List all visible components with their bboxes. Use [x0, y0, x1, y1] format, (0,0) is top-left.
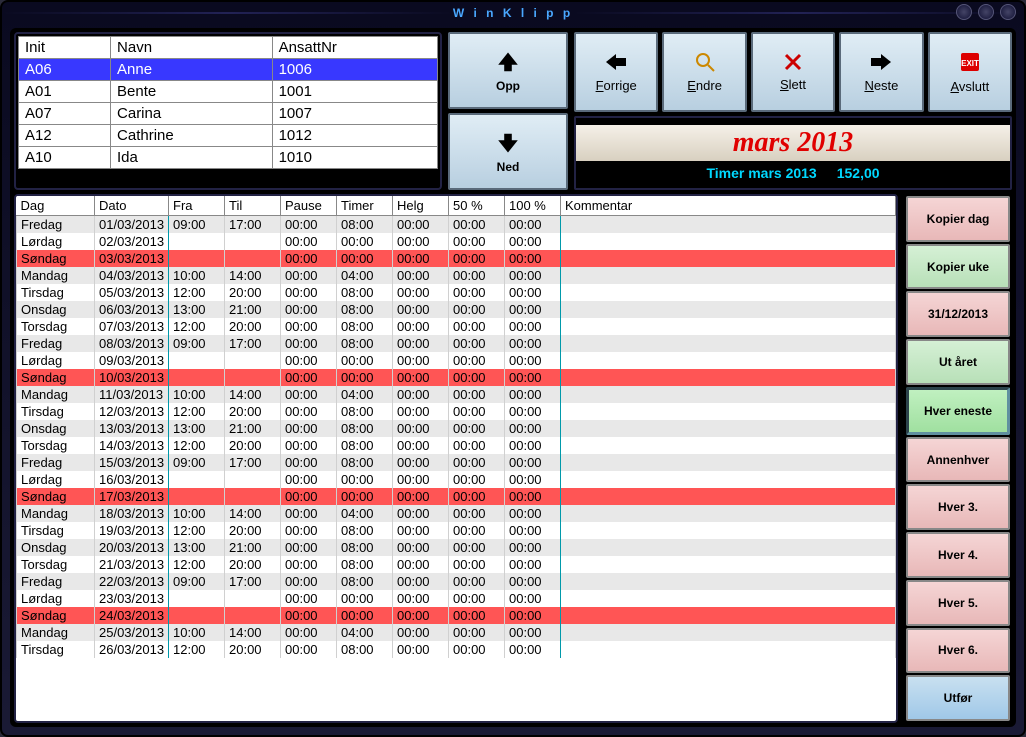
down-button[interactable]: Ned — [448, 113, 568, 190]
minimize-button[interactable] — [956, 4, 972, 20]
timesheet-row[interactable]: Mandag18/03/201310:0014:0000:0004:0000:0… — [17, 505, 896, 522]
side-button-31-12-2013[interactable]: 31/12/2013 — [906, 291, 1010, 337]
grid-header[interactable]: Til — [225, 196, 281, 216]
timesheet-row[interactable]: Mandag04/03/201310:0014:0000:0004:0000:0… — [17, 267, 896, 284]
timesheet-row[interactable]: Mandag11/03/201310:0014:0000:0004:0000:0… — [17, 386, 896, 403]
grid-header[interactable]: Dag — [17, 196, 95, 216]
employee-row[interactable]: A10Ida1010 — [19, 147, 438, 169]
timesheet-row[interactable]: Torsdag21/03/201312:0020:0000:0008:0000:… — [17, 556, 896, 573]
side-button-kopier-uke[interactable]: Kopier uke — [906, 244, 1010, 290]
timesheet-table[interactable]: DagDatoFraTilPauseTimerHelg50 %100 %Komm… — [16, 196, 896, 658]
next-label: Neste — [864, 78, 898, 93]
timesheet-row[interactable]: Tirsdag19/03/201312:0020:0000:0008:0000:… — [17, 522, 896, 539]
emp-header[interactable]: AnsattNr — [272, 37, 437, 59]
side-button-ut-ret[interactable]: Ut året — [906, 339, 1010, 385]
timesheet-row[interactable]: Lørdag23/03/201300:0000:0000:0000:0000:0… — [17, 590, 896, 607]
employee-table[interactable]: InitNavnAnsattNr A06Anne1006A01Bente1001… — [18, 36, 438, 169]
down-label: Ned — [497, 160, 520, 174]
up-button[interactable]: Opp — [448, 32, 568, 109]
grid-header[interactable]: Timer — [337, 196, 393, 216]
timesheet-row[interactable]: Fredag01/03/201309:0017:0000:0008:0000:0… — [17, 216, 896, 234]
x-icon — [784, 53, 802, 71]
employee-row[interactable]: A12Cathrine1012 — [19, 125, 438, 147]
edit-label: Endre — [687, 78, 722, 93]
exit-button[interactable]: EXIT Avslutt — [928, 32, 1012, 112]
timesheet-row[interactable]: Søndag03/03/201300:0000:0000:0000:0000:0… — [17, 250, 896, 267]
next-button[interactable]: Neste — [839, 32, 923, 112]
timesheet-panel: DagDatoFraTilPauseTimerHelg50 %100 %Komm… — [14, 194, 898, 723]
exit-label: Avslutt — [950, 79, 989, 94]
timesheet-row[interactable]: Tirsdag05/03/201312:0020:0000:0008:0000:… — [17, 284, 896, 301]
side-button-panel: Kopier dagKopier uke31/12/2013Ut åretHve… — [904, 194, 1012, 723]
timesheet-row[interactable]: Fredag22/03/201309:0017:0000:0008:0000:0… — [17, 573, 896, 590]
timesheet-row[interactable]: Torsdag07/03/201312:0020:0000:0008:0000:… — [17, 318, 896, 335]
timesheet-row[interactable]: Søndag17/03/201300:0000:0000:0000:0000:0… — [17, 488, 896, 505]
employee-row[interactable]: A07Carina1007 — [19, 103, 438, 125]
timesheet-row[interactable]: Lørdag09/03/201300:0000:0000:0000:0000:0… — [17, 352, 896, 369]
arrow-up-icon — [495, 49, 521, 75]
grid-header[interactable]: Pause — [281, 196, 337, 216]
timesheet-row[interactable]: Tirsdag26/03/201312:0020:0000:0008:0000:… — [17, 641, 896, 658]
timesheet-row[interactable]: Mandag25/03/201310:0014:0000:0004:0000:0… — [17, 624, 896, 641]
employee-row[interactable]: A06Anne1006 — [19, 59, 438, 81]
up-label: Opp — [496, 79, 520, 93]
app-window: W i n K l i p p InitNavnAnsattNr A06Anne… — [0, 0, 1026, 737]
timesheet-row[interactable]: Onsdag13/03/201313:0021:0000:0008:0000:0… — [17, 420, 896, 437]
side-button-hver-5-[interactable]: Hver 5. — [906, 580, 1010, 626]
side-button-utf-r[interactable]: Utfør — [906, 675, 1010, 721]
maximize-button[interactable] — [978, 4, 994, 20]
timesheet-row[interactable]: Søndag10/03/201300:0000:0000:0000:0000:0… — [17, 369, 896, 386]
titlebar: W i n K l i p p — [2, 2, 1024, 24]
side-button-hver-6-[interactable]: Hver 6. — [906, 628, 1010, 674]
prev-label: Forrige — [596, 78, 637, 93]
month-panel: mars 2013 Timer mars 2013152,00 — [574, 116, 1012, 190]
timesheet-row[interactable]: Lørdag16/03/201300:0000:0000:0000:0000:0… — [17, 471, 896, 488]
arrow-down-icon — [495, 130, 521, 156]
grid-header[interactable]: 50 % — [449, 196, 505, 216]
search-icon — [695, 52, 715, 72]
close-button[interactable] — [1000, 4, 1016, 20]
timesheet-row[interactable]: Onsdag20/03/201313:0021:0000:0008:0000:0… — [17, 539, 896, 556]
timesheet-row[interactable]: Tirsdag12/03/201312:0020:0000:0008:0000:… — [17, 403, 896, 420]
delete-label: Slett — [780, 77, 806, 92]
timer-summary: Timer mars 2013152,00 — [706, 161, 879, 181]
side-button-hver-4-[interactable]: Hver 4. — [906, 532, 1010, 578]
emp-header[interactable]: Init — [19, 37, 111, 59]
timesheet-row[interactable]: Torsdag14/03/201312:0020:0000:0008:0000:… — [17, 437, 896, 454]
timesheet-row[interactable]: Lørdag02/03/201300:0000:0000:0000:0000:0… — [17, 233, 896, 250]
timesheet-row[interactable]: Fredag15/03/201309:0017:0000:0008:0000:0… — [17, 454, 896, 471]
delete-button[interactable]: Slett — [751, 32, 835, 112]
grid-header[interactable]: Kommentar — [561, 196, 896, 216]
grid-header[interactable]: Dato — [95, 196, 169, 216]
arrow-left-icon — [604, 52, 628, 72]
month-title: mars 2013 — [576, 125, 1010, 161]
side-button-hver-eneste[interactable]: Hver eneste — [906, 387, 1010, 435]
timesheet-row[interactable]: Onsdag06/03/201313:0021:0000:0008:0000:0… — [17, 301, 896, 318]
grid-header[interactable]: 100 % — [505, 196, 561, 216]
grid-header[interactable]: Helg — [393, 196, 449, 216]
timesheet-row[interactable]: Fredag08/03/201309:0017:0000:0008:0000:0… — [17, 335, 896, 352]
side-button-hver-3-[interactable]: Hver 3. — [906, 484, 1010, 530]
app-title: W i n K l i p p — [453, 6, 573, 20]
employee-list-panel: InitNavnAnsattNr A06Anne1006A01Bente1001… — [14, 32, 442, 190]
edit-button[interactable]: Endre — [662, 32, 746, 112]
emp-header[interactable]: Navn — [111, 37, 273, 59]
exit-icon: EXIT — [959, 51, 981, 73]
prev-button[interactable]: Forrige — [574, 32, 658, 112]
side-button-annenhver[interactable]: Annenhver — [906, 437, 1010, 483]
side-button-kopier-dag[interactable]: Kopier dag — [906, 196, 1010, 242]
timesheet-row[interactable]: Søndag24/03/201300:0000:0000:0000:0000:0… — [17, 607, 896, 624]
arrow-right-icon — [869, 52, 893, 72]
grid-header[interactable]: Fra — [169, 196, 225, 216]
svg-text:EXIT: EXIT — [961, 59, 979, 68]
employee-row[interactable]: A01Bente1001 — [19, 81, 438, 103]
